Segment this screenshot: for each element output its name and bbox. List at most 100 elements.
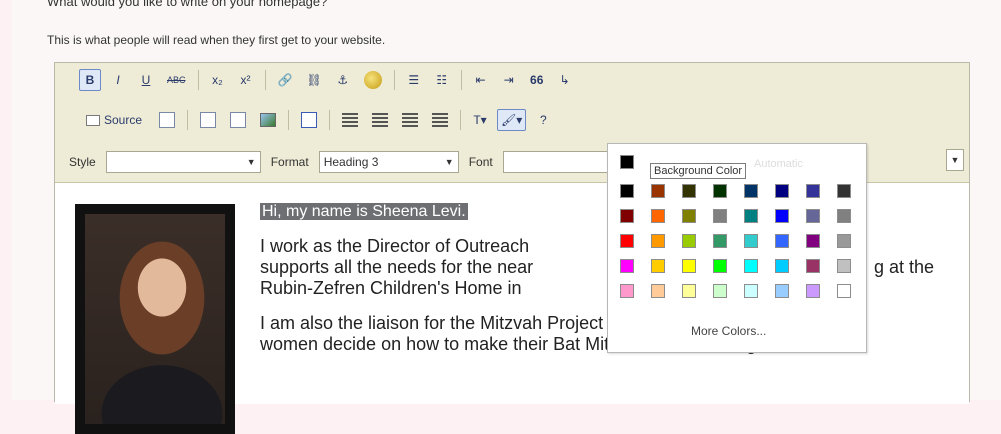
color-swatch[interactable]	[713, 284, 727, 298]
outdent-icon[interactable]: ⇤	[470, 69, 492, 91]
color-swatch[interactable]	[744, 284, 758, 298]
format-label: Format	[270, 155, 309, 169]
chevron-down-icon: ▼	[246, 157, 256, 167]
unlink-icon[interactable]: ⛓	[302, 69, 325, 91]
color-swatch[interactable]	[713, 259, 727, 273]
color-swatch[interactable]	[806, 284, 820, 298]
italic-button[interactable]: I	[107, 69, 129, 91]
toolbar-row-1: B I U ABC x₂ x² 🔗 ⛓ ⚓ ☰ ☷ ⇤ ⇥ 66 ↳	[79, 67, 576, 93]
smiley-icon[interactable]	[360, 69, 386, 91]
color-swatch[interactable]	[620, 259, 634, 273]
helper-text: This is what people will read when they …	[47, 33, 386, 47]
superscript-button[interactable]: x²	[235, 69, 257, 91]
toolbar-separator	[460, 70, 462, 90]
color-swatch[interactable]	[651, 209, 665, 223]
bold-button[interactable]: B	[79, 69, 101, 91]
color-swatch[interactable]	[775, 259, 789, 273]
paste-icon[interactable]	[297, 109, 321, 131]
toolbar-separator	[460, 110, 462, 130]
highlighted-heading: Hi, my name is Sheena Levi.	[260, 203, 468, 220]
color-swatch[interactable]	[682, 209, 696, 223]
color-swatch[interactable]	[713, 234, 727, 248]
color-swatch[interactable]	[651, 234, 665, 248]
unordered-list-icon[interactable]: ☷	[431, 69, 453, 91]
color-swatch[interactable]	[682, 234, 696, 248]
color-swatch[interactable]	[713, 209, 727, 223]
image-icon[interactable]	[256, 109, 280, 131]
preview-icon[interactable]	[226, 109, 250, 131]
color-swatch[interactable]	[775, 234, 789, 248]
align-center-icon[interactable]	[368, 109, 392, 131]
save-icon[interactable]	[155, 109, 179, 131]
color-swatch[interactable]	[837, 284, 851, 298]
font-label: Font	[468, 155, 493, 169]
link-icon[interactable]: 🔗	[274, 69, 297, 91]
color-swatch[interactable]	[713, 184, 727, 198]
color-swatch[interactable]	[806, 209, 820, 223]
source-icon	[86, 114, 100, 126]
toolbar-separator	[393, 70, 395, 90]
color-swatch[interactable]	[806, 184, 820, 198]
color-swatch[interactable]	[837, 234, 851, 248]
help-icon[interactable]: ?	[532, 109, 554, 131]
color-swatch[interactable]	[682, 184, 696, 198]
color-swatch[interactable]	[651, 259, 665, 273]
color-swatch[interactable]	[744, 184, 758, 198]
color-swatch[interactable]	[837, 259, 851, 273]
toolbar-separator	[329, 110, 331, 130]
new-page-icon[interactable]	[196, 109, 220, 131]
page-panel: What would you like to write on your hom…	[12, 0, 1001, 434]
toolbar-separator	[264, 70, 266, 90]
style-dropdown[interactable]: ▼	[105, 151, 261, 173]
style-label: Style	[69, 155, 96, 169]
tooltip: Background Color	[650, 163, 747, 179]
source-button[interactable]: Source	[79, 109, 149, 131]
chevron-down-icon: ▼	[444, 157, 454, 167]
align-justify-icon[interactable]	[428, 109, 452, 131]
text-color-icon[interactable]: T▾	[469, 109, 491, 131]
background-color-popup[interactable]: Automatic Background Color More Colors..…	[607, 143, 867, 353]
align-left-icon[interactable]	[338, 109, 362, 131]
color-swatch[interactable]	[651, 284, 665, 298]
underline-button[interactable]: U	[135, 69, 157, 91]
color-swatch[interactable]	[837, 209, 851, 223]
special-char-icon[interactable]: ↳	[554, 69, 576, 91]
automatic-color-swatch[interactable]	[620, 155, 634, 169]
color-swatch[interactable]	[620, 234, 634, 248]
blockquote-icon[interactable]: 66	[526, 69, 548, 91]
color-swatch[interactable]	[744, 209, 758, 223]
color-swatch[interactable]	[775, 209, 789, 223]
color-swatch[interactable]	[775, 284, 789, 298]
question-label: What would you like to write on your hom…	[47, 0, 328, 9]
color-swatch[interactable]	[744, 234, 758, 248]
size-dropdown-arrow[interactable]: ▼	[946, 149, 964, 171]
color-swatch-grid	[620, 184, 851, 298]
color-swatch[interactable]	[775, 184, 789, 198]
automatic-label: Automatic	[754, 158, 803, 170]
strike-button[interactable]: ABC	[163, 69, 190, 91]
color-swatch[interactable]	[651, 184, 665, 198]
color-swatch[interactable]	[806, 259, 820, 273]
color-swatch[interactable]	[837, 184, 851, 198]
background-color-icon[interactable]: 🖌▾	[497, 109, 527, 131]
anchor-icon[interactable]: ⚓	[332, 69, 354, 91]
toolbar-separator	[288, 110, 290, 130]
color-swatch[interactable]	[744, 259, 758, 273]
color-swatch[interactable]	[682, 284, 696, 298]
source-label: Source	[104, 113, 143, 127]
color-swatch[interactable]	[682, 259, 696, 273]
indent-icon[interactable]: ⇥	[498, 69, 520, 91]
format-value: Heading 3	[323, 155, 379, 169]
subscript-button[interactable]: x₂	[207, 69, 229, 91]
format-dropdown[interactable]: Heading 3 ▼	[318, 151, 459, 173]
align-right-icon[interactable]	[398, 109, 422, 131]
color-swatch[interactable]	[806, 234, 820, 248]
more-colors-link[interactable]: More Colors...	[691, 324, 766, 338]
ordered-list-icon[interactable]: ☰	[403, 69, 425, 91]
toolbar-row-2: Source T▾ 🖌▾ ?	[79, 107, 554, 133]
toolbar-separator	[197, 70, 199, 90]
color-swatch[interactable]	[620, 284, 634, 298]
color-swatch[interactable]	[620, 209, 634, 223]
toolbar-separator	[187, 110, 189, 130]
color-swatch[interactable]	[620, 184, 634, 198]
